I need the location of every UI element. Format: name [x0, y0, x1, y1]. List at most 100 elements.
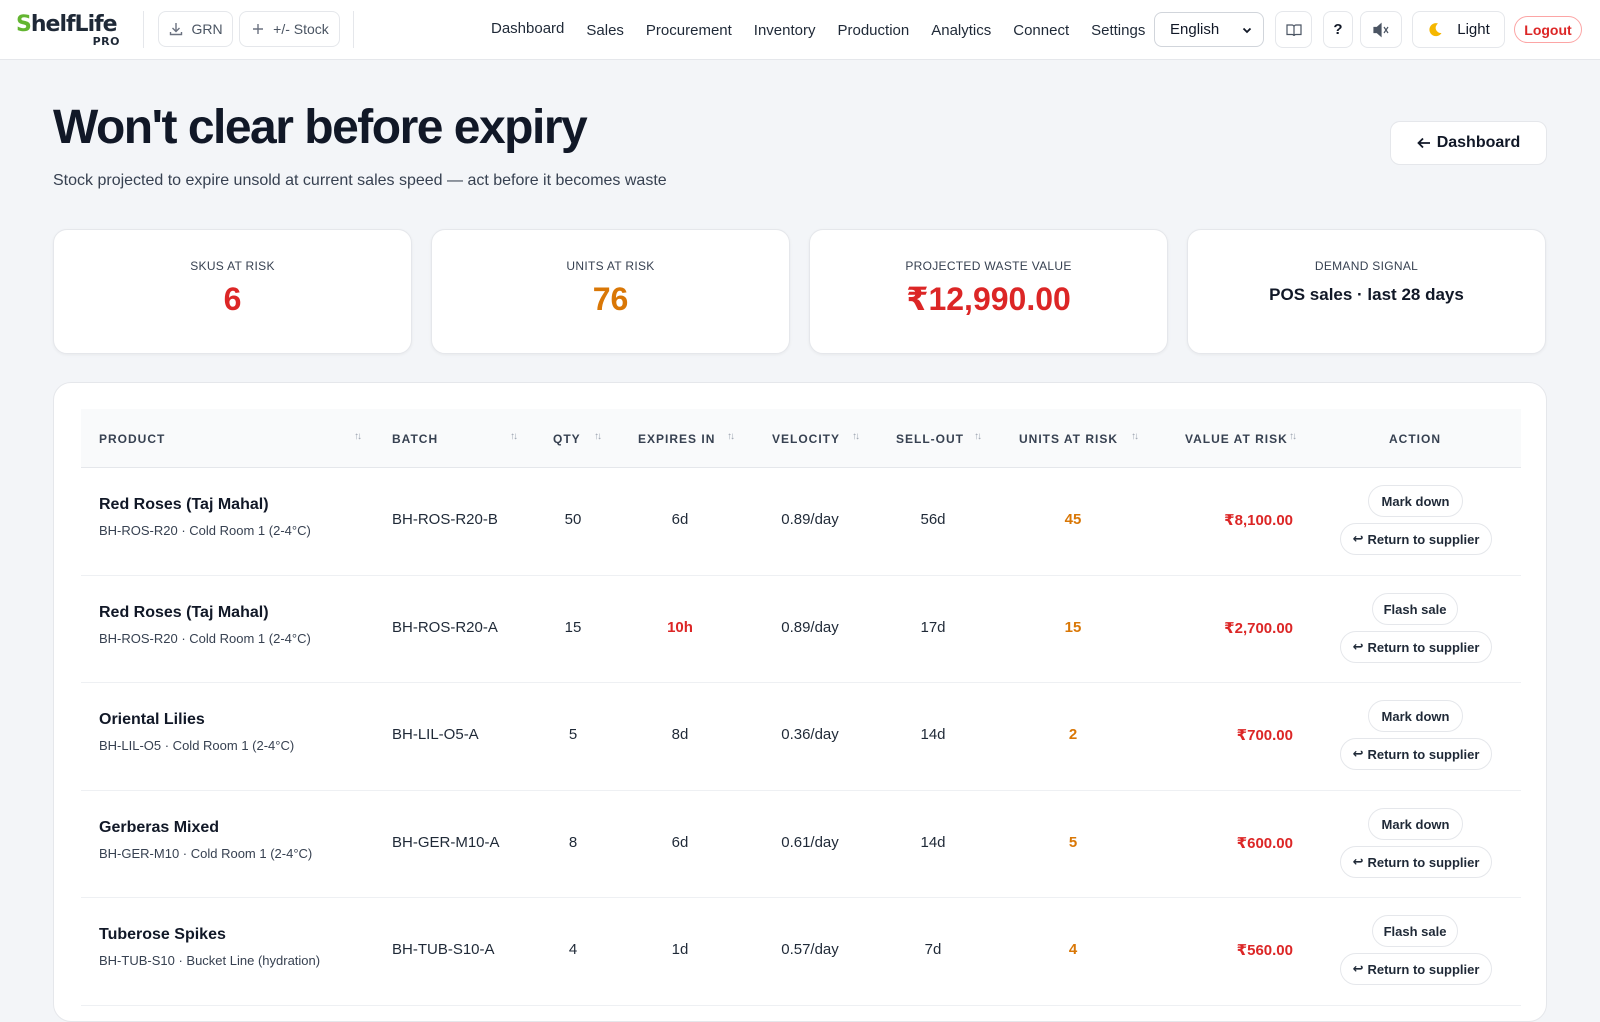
return-arrow-icon: ↩ [1352, 746, 1364, 761]
units-at-risk-cell: 4 [1068, 941, 1078, 958]
button-label: Return to supplier [1367, 854, 1480, 870]
speaker-muted-icon [1373, 22, 1389, 37]
nav-procurement[interactable]: Procurement [635, 22, 743, 39]
product-name[interactable]: Oriental Lilies [99, 711, 205, 729]
flash-sale-button[interactable]: Flash sale [1372, 915, 1458, 947]
mark-down-button[interactable]: Mark down [1368, 700, 1463, 732]
batch-cell: BH-GER-M10-A [392, 834, 500, 851]
velocity-cell: 0.61/day [781, 834, 839, 851]
language-selected-value: English [1170, 21, 1220, 38]
column-header-velocity[interactable]: VELOCITY [772, 409, 840, 468]
download-icon [170, 23, 183, 36]
plus-icon [253, 24, 264, 34]
return-to-supplier-button[interactable]: ↩ Return to supplier [1340, 953, 1492, 985]
sort-icon[interactable]: ↑↓ [594, 431, 602, 442]
stat-card-projected-waste-value: PROJECTED WASTE VALUE ₹12,990.00 [809, 229, 1168, 354]
column-label: VELOCITY [772, 431, 841, 446]
back-label: Dashboard [1436, 134, 1521, 151]
column-header-qty[interactable]: QTY [553, 409, 581, 468]
product-name[interactable]: Gerberas Mixed [99, 819, 219, 837]
page-title: Won't clear before expiry [53, 101, 588, 154]
expires-in-cell-urgent: 10h [667, 619, 693, 636]
qty-cell: 8 [568, 834, 578, 851]
qty-cell: 5 [568, 726, 578, 743]
sort-icon[interactable]: ↑↓ [852, 431, 860, 442]
column-header-expires-in[interactable]: EXPIRES IN [638, 409, 715, 468]
column-header-product[interactable]: PRODUCT [99, 409, 165, 468]
product-sku-location: BH-LIL-O5 · Cold Room 1 (2-4°C) [99, 738, 295, 753]
units-at-risk-cell: 15 [1064, 619, 1082, 636]
back-to-dashboard-button[interactable]: Dashboard [1390, 121, 1547, 165]
column-label: ACTION [1389, 431, 1441, 446]
return-to-supplier-button[interactable]: ↩ Return to supplier [1340, 631, 1492, 663]
theme-toggle-button[interactable]: Light [1412, 11, 1505, 48]
adjust-stock-label: +/- Stock [273, 21, 329, 37]
qty-cell: 15 [564, 619, 582, 636]
value-at-risk-cell: ₹560.00 [1236, 942, 1293, 959]
column-label: SELL-OUT [896, 431, 964, 446]
return-arrow-icon: ↩ [1352, 961, 1364, 976]
mark-down-button[interactable]: Mark down [1368, 808, 1463, 840]
column-header-sell-out[interactable]: SELL-OUT [896, 409, 964, 468]
table-row: Gerberas Mixed BH-GER-M10 · Cold Room 1 … [81, 791, 1521, 898]
mark-down-button[interactable]: Mark down [1368, 485, 1463, 517]
table-row: Tuberose Spikes BH-TUB-S10 · Bucket Line… [81, 899, 1521, 1006]
table-row: Red Roses (Taj Mahal) BH-ROS-R20 · Cold … [81, 576, 1521, 683]
guide-button[interactable] [1275, 11, 1312, 48]
value-at-risk-cell: ₹600.00 [1236, 835, 1293, 852]
sell-out-cell: 7d [924, 941, 942, 958]
logo-wordmark-rest: helfLife [30, 12, 118, 37]
return-to-supplier-button[interactable]: ↩ Return to supplier [1340, 523, 1492, 555]
product-name[interactable]: Red Roses (Taj Mahal) [99, 496, 269, 514]
column-header-units-at-risk[interactable]: UNITS AT RISK [1019, 409, 1118, 468]
return-to-supplier-button[interactable]: ↩ Return to supplier [1340, 846, 1492, 878]
batch-cell: BH-ROS-R20-B [392, 511, 498, 528]
velocity-cell: 0.89/day [781, 511, 839, 528]
sort-icon[interactable]: ↑↓ [510, 431, 518, 442]
qty-cell: 50 [564, 511, 582, 528]
nav-inventory[interactable]: Inventory [743, 22, 827, 39]
language-select[interactable]: English [1154, 12, 1264, 47]
nav-analytics[interactable]: Analytics [920, 22, 1002, 39]
nav-production[interactable]: Production [827, 22, 921, 39]
sort-icon[interactable]: ↑↓ [727, 431, 735, 442]
flash-sale-button[interactable]: Flash sale [1372, 593, 1458, 625]
nav-connect[interactable]: Connect [1002, 22, 1080, 39]
grn-button[interactable]: GRN [158, 11, 233, 47]
column-label: PRODUCT [99, 431, 166, 446]
help-label: ? [1333, 21, 1343, 38]
column-label: BATCH [392, 431, 439, 446]
column-header-value-at-risk[interactable]: VALUE AT RISK [1185, 409, 1288, 468]
product-name[interactable]: Tuberose Spikes [99, 926, 226, 944]
expires-in-cell: 8d [671, 726, 689, 743]
return-to-supplier-button[interactable]: ↩ Return to supplier [1340, 738, 1492, 770]
main-nav: Dashboard Sales Procurement Inventory Pr… [480, 0, 1156, 60]
button-label: Return to supplier [1367, 961, 1480, 977]
button-label: Return to supplier [1367, 531, 1480, 547]
column-header-batch[interactable]: BATCH [392, 409, 438, 468]
help-button[interactable]: ? [1323, 11, 1353, 48]
stat-value: POS sales · last 28 days [1269, 285, 1464, 304]
stat-label: UNITS AT RISK [566, 259, 655, 273]
logout-button[interactable]: Logout [1514, 16, 1582, 43]
nav-dashboard[interactable]: Dashboard [480, 20, 575, 37]
toolbar-divider [143, 11, 144, 48]
stat-label: PROJECTED WASTE VALUE [905, 259, 1072, 273]
sort-icon[interactable]: ↑↓ [1131, 431, 1139, 442]
velocity-cell: 0.57/day [781, 941, 839, 958]
nav-settings[interactable]: Settings [1080, 22, 1156, 39]
column-label: UNITS AT RISK [1019, 431, 1118, 446]
units-at-risk-cell: 45 [1064, 511, 1082, 528]
adjust-stock-button[interactable]: +/- Stock [239, 11, 340, 47]
sound-toggle-button[interactable] [1360, 11, 1402, 48]
sort-icon[interactable]: ↑↓ [974, 431, 982, 442]
stat-value: ₹12,990.00 [906, 281, 1071, 317]
sort-icon[interactable]: ↑↓ [354, 431, 362, 442]
shelflife-logo[interactable]: ShelfLife PRO [16, 12, 120, 48]
product-name[interactable]: Red Roses (Taj Mahal) [99, 604, 269, 622]
sell-out-cell: 14d [920, 726, 946, 743]
value-at-risk-cell: ₹2,700.00 [1224, 620, 1293, 637]
sort-icon[interactable]: ↑↓ [1289, 431, 1297, 442]
nav-sales[interactable]: Sales [575, 22, 635, 39]
return-arrow-icon: ↩ [1352, 639, 1364, 654]
